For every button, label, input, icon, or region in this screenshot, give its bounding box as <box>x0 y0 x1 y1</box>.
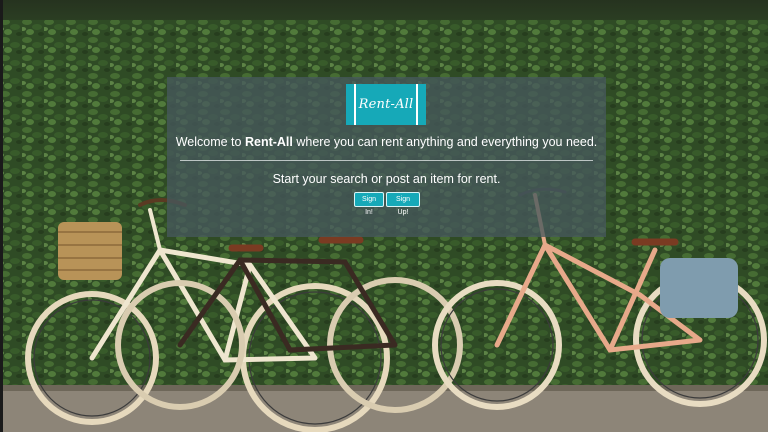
welcome-prefix: Welcome to <box>175 135 245 149</box>
welcome-brand: Rent-All <box>244 135 293 149</box>
sign-in-button[interactable]: Sign In! <box>354 192 384 216</box>
logo-text: Rent-All <box>358 97 414 112</box>
window-edge <box>0 0 3 432</box>
welcome-suffix: where you can rent anything and everythi… <box>292 135 598 149</box>
subtitle: Start your search or post an item for re… <box>272 172 501 186</box>
welcome-message: Welcome to Rent-All where you can rent a… <box>167 135 606 149</box>
welcome-card: Rent-All Welcome to Rent-All where you c… <box>167 77 606 237</box>
brand-logo[interactable]: Rent-All <box>346 84 426 125</box>
landing-hero: Rent-All Welcome to Rent-All where you c… <box>0 0 768 432</box>
sign-up-button[interactable]: Sign Up! <box>386 192 420 216</box>
divider <box>180 160 593 161</box>
